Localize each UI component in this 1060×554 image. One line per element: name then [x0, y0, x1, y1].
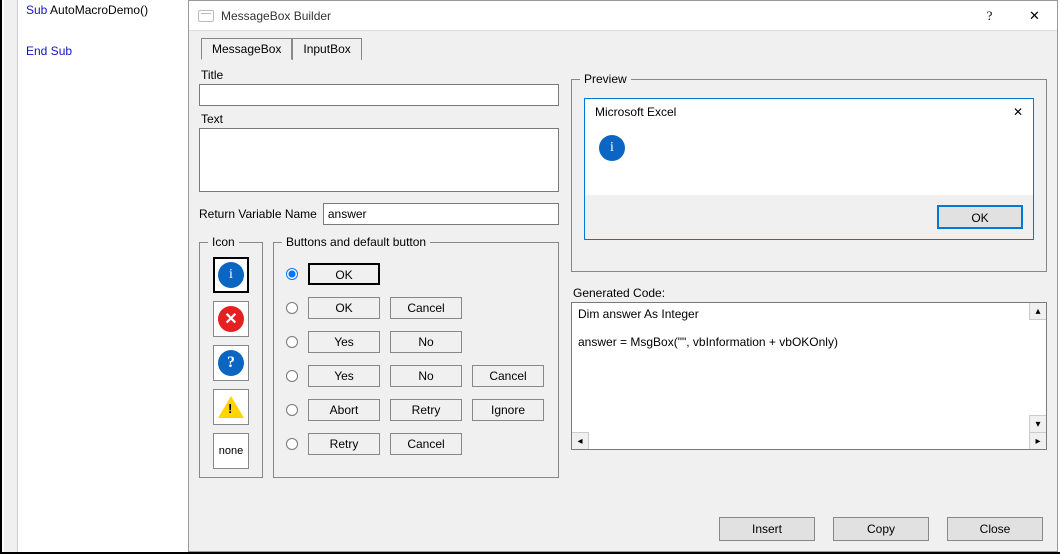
button-cancel[interactable]: Cancel	[472, 365, 544, 387]
warning-icon	[218, 396, 244, 418]
button-row-abort-retry-ignore: Abort Retry Ignore	[286, 399, 546, 421]
dialog-title: MessageBox Builder	[221, 9, 967, 23]
gencode-text[interactable]: Dim answer As Integer answer = MsgBox(""…	[572, 303, 1046, 353]
button-cancel[interactable]: Cancel	[390, 297, 462, 319]
gencode-label: Generated Code:	[573, 286, 1047, 300]
preview-app-name: Microsoft Excel	[595, 105, 676, 119]
tab-strip: MessageBox InputBox	[201, 37, 1047, 59]
help-button[interactable]: ?	[967, 1, 1012, 30]
button-cancel[interactable]: Cancel	[390, 433, 462, 455]
insert-button[interactable]: Insert	[719, 517, 815, 541]
radio-abort-retry-ignore[interactable]	[286, 404, 298, 416]
config-panel: Title Text Return Variable Name Icon i ✕…	[199, 62, 559, 478]
button-ok[interactable]: OK	[308, 297, 380, 319]
preview-panel: Preview Microsoft Excel ✕ i OK	[571, 62, 1047, 478]
tab-inputbox[interactable]: InputBox	[292, 38, 361, 60]
buttons-group: Buttons and default button OK OK Cancel	[273, 235, 559, 478]
dialog-titlebar: MessageBox Builder ? ✕	[189, 1, 1057, 31]
close-button[interactable]: ✕	[1012, 1, 1057, 30]
keyword: Sub	[26, 3, 47, 17]
question-icon: ?	[218, 350, 244, 376]
code-text: AutoMacroDemo()	[47, 3, 148, 17]
preview-button-bar: OK	[585, 195, 1033, 239]
close-dialog-button[interactable]: Close	[947, 517, 1043, 541]
scroll-left-icon[interactable]: ◂	[572, 432, 589, 449]
button-yes[interactable]: Yes	[308, 331, 380, 353]
button-yes[interactable]: Yes	[308, 365, 380, 387]
icon-choice-info[interactable]: i	[213, 257, 249, 293]
button-row-retry-cancel: Retry Cancel	[286, 433, 546, 455]
icon-choice-none[interactable]: none	[213, 433, 249, 469]
radio-ok[interactable]	[286, 268, 298, 280]
code-line: End Sub	[26, 41, 190, 62]
button-row-yes-no-cancel: Yes No Cancel	[286, 365, 546, 387]
button-row-ok: OK	[286, 263, 546, 285]
messagebox-builder-dialog: MessageBox Builder ? ✕ MessageBox InputB…	[188, 0, 1058, 552]
icon-group: Icon i ✕ ? none	[199, 235, 263, 478]
icon-choice-error[interactable]: ✕	[213, 301, 249, 337]
button-ignore[interactable]: Ignore	[472, 399, 544, 421]
button-no[interactable]: No	[390, 331, 462, 353]
preview-body: i	[585, 125, 1033, 195]
error-icon: ✕	[218, 306, 244, 332]
copy-button[interactable]: Copy	[833, 517, 929, 541]
button-retry[interactable]: Retry	[308, 433, 380, 455]
button-row-yes-no: Yes No	[286, 331, 546, 353]
code-editor-pane: Sub AutoMacroDemo() End Sub	[0, 0, 190, 552]
button-no[interactable]: No	[390, 365, 462, 387]
title-input[interactable]	[199, 84, 559, 106]
gencode-box: Dim answer As Integer answer = MsgBox(""…	[571, 302, 1047, 450]
dialog-body: MessageBox InputBox Title Text Return Va…	[189, 31, 1057, 551]
icon-choice-question[interactable]: ?	[213, 345, 249, 381]
radio-yes-no[interactable]	[286, 336, 298, 348]
preview-group: Preview Microsoft Excel ✕ i OK	[571, 72, 1047, 272]
radio-retry-cancel[interactable]	[286, 438, 298, 450]
buttons-legend: Buttons and default button	[282, 235, 430, 249]
preview-close-icon[interactable]: ✕	[1013, 105, 1023, 119]
preview-titlebar: Microsoft Excel ✕	[585, 99, 1033, 125]
preview-ok-button[interactable]: OK	[937, 205, 1023, 229]
icon-legend: Icon	[208, 235, 239, 249]
envelope-icon	[198, 10, 214, 22]
preview-msgbox: Microsoft Excel ✕ i OK	[584, 98, 1034, 240]
radio-ok-cancel[interactable]	[286, 302, 298, 314]
default-button-ok[interactable]: OK	[308, 263, 380, 285]
return-var-label: Return Variable Name	[199, 207, 317, 221]
dialog-footer: Insert Copy Close	[719, 517, 1043, 541]
scroll-down-icon[interactable]: ▾	[1029, 415, 1046, 432]
text-input[interactable]	[199, 128, 559, 192]
code-line: Sub AutoMacroDemo()	[26, 0, 190, 21]
scroll-right-icon[interactable]: ▸	[1029, 432, 1046, 449]
button-abort[interactable]: Abort	[308, 399, 380, 421]
icon-choice-warning[interactable]	[213, 389, 249, 425]
button-row-ok-cancel: OK Cancel	[286, 297, 546, 319]
info-icon: i	[218, 262, 244, 288]
preview-legend: Preview	[580, 72, 631, 86]
keyword: End Sub	[26, 44, 72, 58]
code-line	[26, 21, 190, 41]
return-var-input[interactable]	[323, 203, 559, 225]
text-label: Text	[201, 112, 559, 126]
code-gutter	[4, 0, 18, 552]
button-retry[interactable]: Retry	[390, 399, 462, 421]
title-label: Title	[201, 68, 559, 82]
radio-yes-no-cancel[interactable]	[286, 370, 298, 382]
tab-messagebox[interactable]: MessageBox	[201, 38, 292, 60]
preview-info-icon: i	[599, 135, 625, 161]
dialog-icon	[197, 7, 215, 25]
scroll-up-icon[interactable]: ▴	[1029, 303, 1046, 320]
